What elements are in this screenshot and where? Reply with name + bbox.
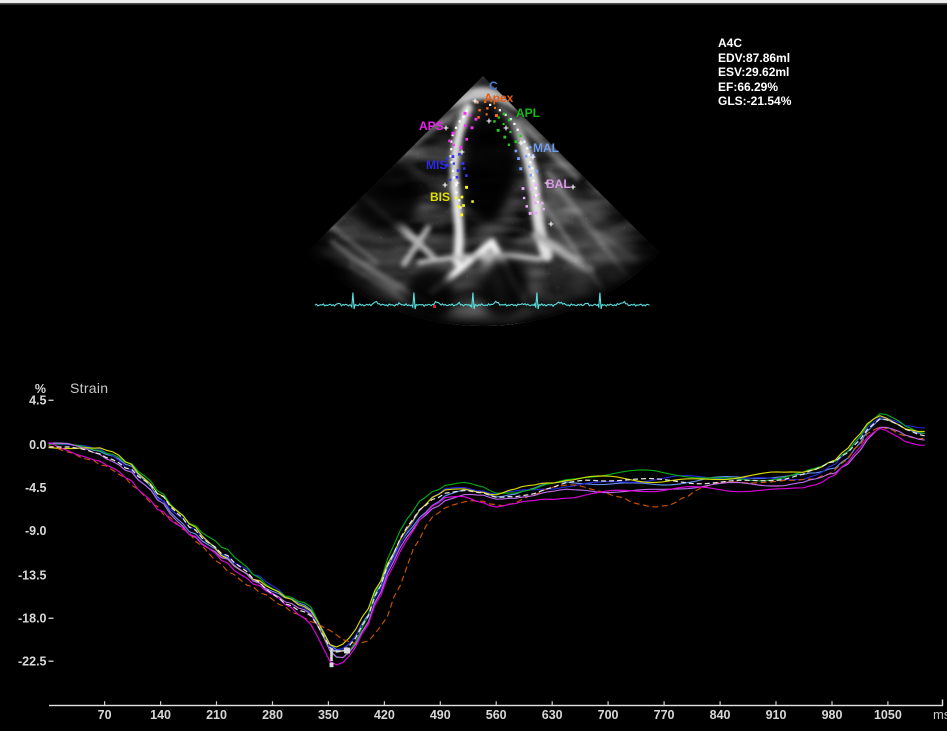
svg-text:MIS: MIS xyxy=(426,158,447,172)
svg-text:-22.5: -22.5 xyxy=(18,655,47,669)
svg-text:MAL: MAL xyxy=(533,141,559,155)
svg-text:4.5: 4.5 xyxy=(29,394,46,408)
svg-text:1050: 1050 xyxy=(874,708,902,722)
svg-text:840: 840 xyxy=(710,708,731,722)
svg-text:560: 560 xyxy=(486,708,507,722)
svg-text:APL: APL xyxy=(516,106,540,120)
svg-text:BAL: BAL xyxy=(546,177,571,191)
svg-text:280: 280 xyxy=(262,708,283,722)
svg-text:140: 140 xyxy=(150,708,171,722)
svg-text:-18.0: -18.0 xyxy=(18,612,47,626)
svg-text:ms: ms xyxy=(933,707,947,722)
svg-text:350: 350 xyxy=(318,708,339,722)
svg-text:APS: APS xyxy=(419,119,444,133)
svg-text:Apex: Apex xyxy=(484,91,514,105)
svg-text:490: 490 xyxy=(430,708,451,722)
svg-text:-9.0: -9.0 xyxy=(25,524,47,538)
svg-text:910: 910 xyxy=(766,708,787,722)
svg-text:420: 420 xyxy=(374,708,395,722)
svg-text:210: 210 xyxy=(206,708,227,722)
svg-text:770: 770 xyxy=(654,708,675,722)
svg-text:70: 70 xyxy=(98,708,112,722)
svg-text:630: 630 xyxy=(542,708,563,722)
svg-text:-4.5: -4.5 xyxy=(25,481,47,495)
svg-text:980: 980 xyxy=(822,708,843,722)
svg-text:700: 700 xyxy=(598,708,619,722)
svg-text:Strain: Strain xyxy=(70,380,108,396)
svg-text:-13.5: -13.5 xyxy=(18,569,47,583)
svg-text:BIS: BIS xyxy=(430,190,450,204)
svg-text:0.0: 0.0 xyxy=(29,438,46,452)
